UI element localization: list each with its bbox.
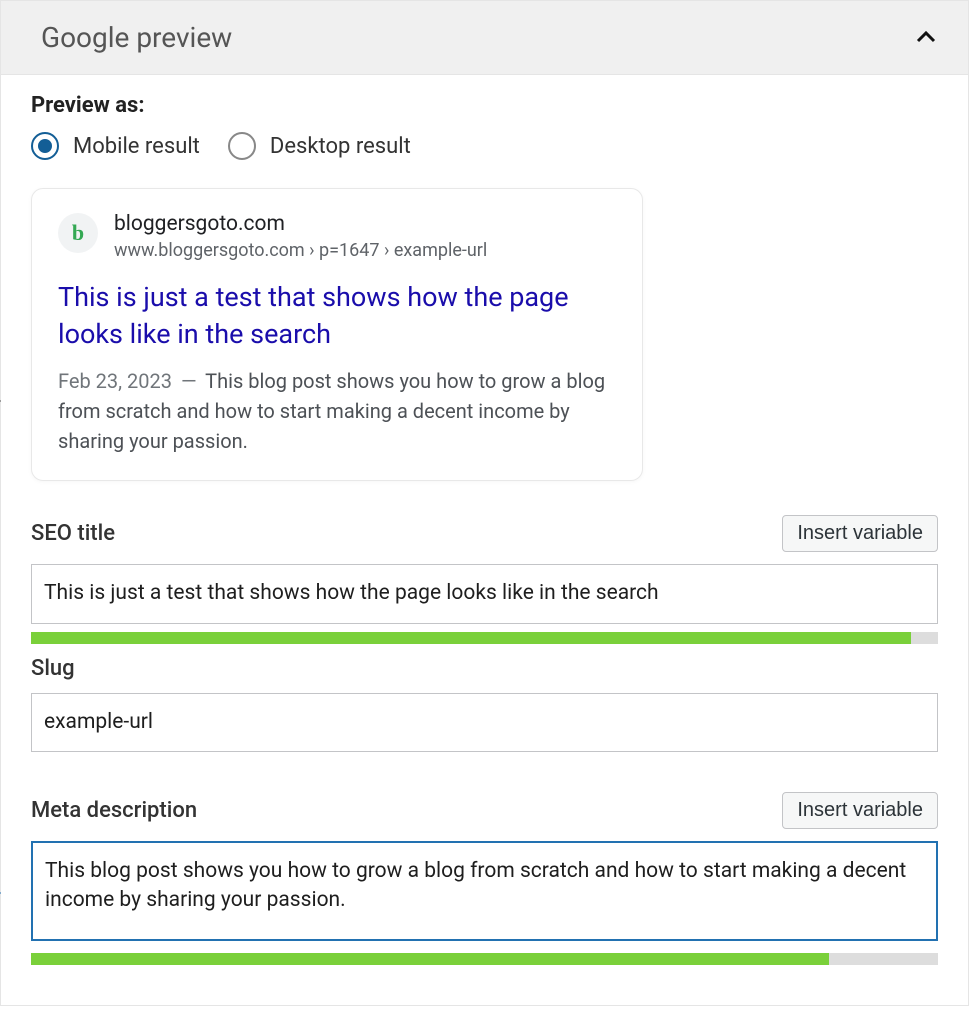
meta-description-input[interactable] [31,841,938,941]
favicon-icon: b [58,213,98,253]
meta-description-progress-fill [31,953,829,965]
seo-title-label: SEO title [31,521,115,546]
seo-title-field: SEO title Insert variable [31,515,938,643]
preview-as-radios: Mobile result Desktop result [31,132,938,160]
radio-label: Desktop result [270,134,411,159]
serp-description: Feb 23, 2023 — This blog post shows you … [58,366,616,456]
panel-body: Preview as: Mobile result Desktop result… [1,75,968,1005]
slug-input[interactable] [31,693,938,752]
radio-desktop-result[interactable]: Desktop result [228,132,411,160]
meta-description-progress [31,953,938,965]
meta-description-label: Meta description [31,798,197,823]
serp-dash: — [181,369,197,393]
serp-breadcrumb: www.bloggersgoto.com › p=1647 › example-… [114,240,487,261]
radio-icon [228,132,256,160]
insert-variable-button[interactable]: Insert variable [782,515,938,552]
panel-header[interactable]: Google preview [1,1,968,75]
serp-title-link[interactable]: This is just a test that shows how the p… [58,279,616,352]
active-meta-marker-icon [0,883,1,903]
google-preview-panel: Google preview Preview as: Mobile result… [0,0,969,1006]
active-field-marker-icon [0,391,1,411]
seo-title-progress [31,632,938,644]
slug-field: Slug [31,656,938,780]
meta-description-field: Meta description Insert variable [31,792,938,965]
seo-title-progress-fill [31,632,911,644]
radio-icon [31,132,59,160]
insert-variable-button[interactable]: Insert variable [782,792,938,829]
seo-title-input[interactable] [31,564,938,623]
panel-title: Google preview [41,21,232,54]
serp-date: Feb 23, 2023 [58,369,172,393]
radio-label: Mobile result [73,134,200,159]
chevron-up-icon[interactable] [912,24,940,52]
preview-as-label: Preview as: [31,93,938,118]
serp-site-name: bloggersgoto.com [114,211,487,238]
slug-label: Slug [31,656,75,681]
radio-mobile-result[interactable]: Mobile result [31,132,200,160]
serp-preview-card: b bloggersgoto.com www.bloggersgoto.com … [31,188,643,481]
